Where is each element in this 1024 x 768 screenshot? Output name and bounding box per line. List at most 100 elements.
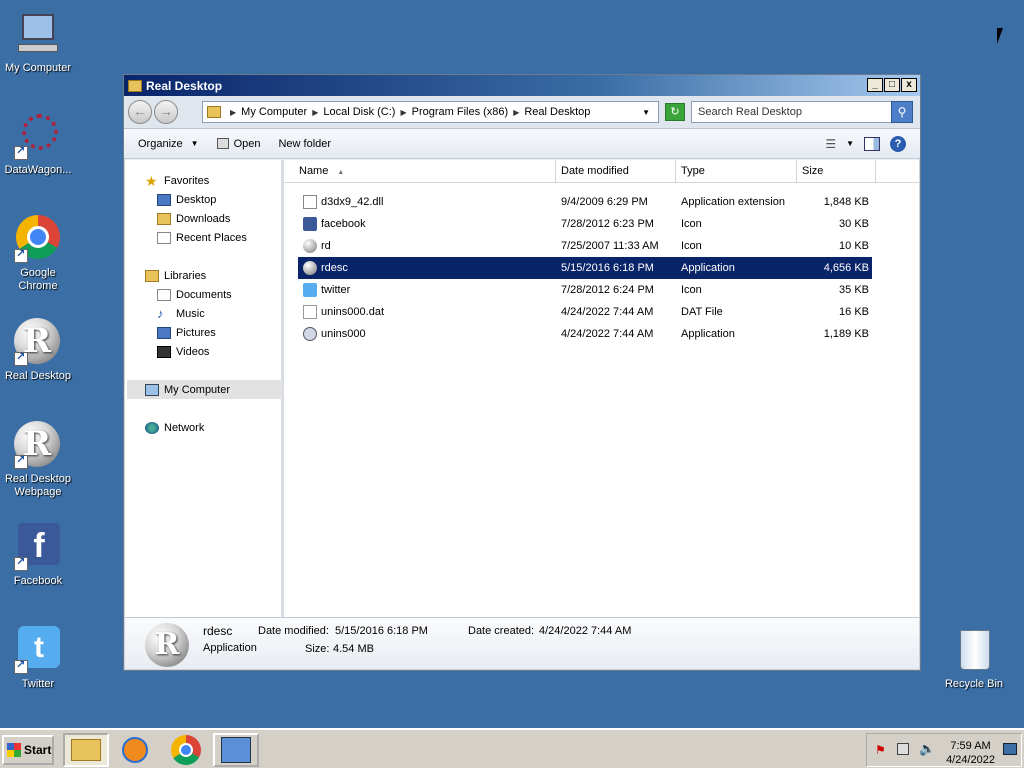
- breadcrumb-item[interactable]: Real Desktop: [524, 106, 590, 118]
- taskbar-explorer-button[interactable]: [63, 733, 109, 767]
- file-row[interactable]: unins000 4/24/2022 7:44 AM Application 1…: [298, 323, 872, 345]
- desktop-icon-google-chrome[interactable]: Google Chrome: [0, 215, 76, 293]
- help-icon[interactable]: ?: [890, 135, 906, 152]
- desktop-icon-twitter[interactable]: t Twitter: [0, 626, 76, 691]
- column-label: Size: [802, 165, 824, 177]
- file-size: 4,656 KB: [823, 262, 869, 274]
- file-date: 7/25/2007 11:33 AM: [561, 240, 659, 252]
- r-icon: R: [145, 623, 189, 667]
- file-row-selected[interactable]: rdesc 5/15/2016 6:18 PM Application 4,65…: [298, 257, 872, 279]
- column-header-name[interactable]: Name ▲: [294, 160, 556, 183]
- maximize-button[interactable]: □: [884, 78, 900, 92]
- file-row[interactable]: d3dx9_42.dll 9/4/2009 6:29 PM Applicatio…: [298, 191, 872, 213]
- nav-label: Videos: [176, 345, 210, 358]
- column-header-size[interactable]: Size: [797, 160, 876, 183]
- start-label: Start: [24, 743, 52, 757]
- nav-item-recent-places[interactable]: Recent Places: [157, 228, 247, 247]
- nav-item-my-computer[interactable]: My Computer: [127, 380, 282, 399]
- organize-button[interactable]: Organize ▼: [138, 138, 199, 150]
- clock[interactable]: 7:59 AM 4/24/2022: [946, 739, 995, 767]
- nav-label: Recent Places: [176, 231, 247, 244]
- nav-item-videos[interactable]: Videos: [157, 342, 209, 361]
- r-icon: [303, 239, 317, 253]
- column-header-date[interactable]: Date modified: [556, 160, 676, 183]
- chevron-down-icon[interactable]: ▼: [642, 108, 650, 117]
- desktop-icon-recycle-bin[interactable]: Recycle Bin: [936, 626, 1012, 691]
- computer-icon: [145, 383, 159, 396]
- nav-item-desktop[interactable]: Desktop: [157, 190, 216, 209]
- details-modified-label: Date modified:: [258, 625, 329, 637]
- desktop-icon-label: Twitter: [21, 678, 55, 690]
- file-name: twitter: [321, 284, 351, 296]
- address-bar-row: ← → ▶ My Computer ▶ Local Disk (C:) ▶ Pr…: [124, 96, 920, 129]
- file-icon: [303, 305, 317, 319]
- nav-item-favorites[interactable]: ★ Favorites: [145, 171, 209, 190]
- search-input[interactable]: Search Real Desktop ⚲: [691, 101, 913, 123]
- desktop-icon-datawagon[interactable]: DataWagon...: [0, 112, 76, 177]
- file-date: 5/15/2016 6:18 PM: [561, 262, 654, 274]
- file-type: DAT File: [681, 306, 723, 318]
- file-row[interactable]: twitter 7/28/2012 6:24 PM Icon 35 KB: [298, 279, 872, 301]
- nav-item-network[interactable]: Network: [145, 418, 204, 437]
- back-button[interactable]: ←: [128, 100, 152, 124]
- breadcrumb-item[interactable]: My Computer: [241, 106, 307, 118]
- refresh-button[interactable]: ↻: [665, 103, 685, 121]
- file-size: 35 KB: [839, 284, 869, 296]
- network-icon[interactable]: [897, 743, 909, 755]
- taskbar-media-player-button[interactable]: [112, 733, 158, 767]
- nav-item-documents[interactable]: Documents: [157, 285, 232, 304]
- close-button[interactable]: x: [901, 78, 917, 92]
- organize-label: Organize: [138, 137, 183, 150]
- forward-button[interactable]: →: [154, 100, 178, 124]
- chevron-right-icon: ▶: [312, 107, 319, 117]
- nav-item-music[interactable]: ♪ Music: [157, 304, 205, 323]
- datawagon-icon: [14, 112, 62, 160]
- file-size: 1,189 KB: [823, 328, 869, 340]
- file-row[interactable]: unins000.dat 4/24/2022 7:44 AM DAT File …: [298, 301, 872, 323]
- action-center-flag-icon[interactable]: ⚑: [875, 743, 886, 757]
- command-bar: Organize ▼ Open New folder ☰ ▼ ?: [124, 129, 920, 159]
- nav-label: Music: [176, 307, 205, 320]
- folder-icon: [207, 106, 221, 118]
- file-row[interactable]: facebook 7/28/2012 6:23 PM Icon 30 KB: [298, 213, 872, 235]
- nav-item-libraries[interactable]: Libraries: [145, 266, 206, 285]
- column-label: Name: [299, 165, 329, 177]
- desktop-icon-my-computer[interactable]: My Computer: [0, 10, 76, 75]
- open-button[interactable]: Open: [216, 138, 260, 150]
- new-folder-button[interactable]: New folder: [278, 138, 331, 150]
- desktop-icon-label: Recycle Bin: [944, 678, 1004, 690]
- nav-label: Favorites: [164, 174, 210, 187]
- explorer-window: Real Desktop _ □ x ← → ▶ My Computer ▶ L…: [123, 74, 921, 671]
- desktop-icon-facebook[interactable]: f Facebook: [0, 523, 76, 588]
- desktop-icon-real-desktop[interactable]: R Real Desktop: [0, 318, 76, 383]
- nav-item-pictures[interactable]: Pictures: [157, 323, 216, 342]
- nav-label: Desktop: [176, 193, 217, 206]
- nav-label: Pictures: [176, 326, 216, 339]
- file-name: unins000: [321, 328, 366, 340]
- navigation-pane: ★ Favorites Desktop Downloads Recent Pla…: [125, 160, 284, 617]
- details-created-label: Date created:: [468, 625, 535, 637]
- search-icon[interactable]: ⚲: [891, 101, 913, 123]
- views-icon[interactable]: ☰: [825, 137, 836, 151]
- details-size-label: Size:: [305, 643, 330, 655]
- title-bar[interactable]: Real Desktop _ □ x: [124, 75, 920, 96]
- volume-icon[interactable]: 🔈: [919, 741, 935, 757]
- breadcrumb-item[interactable]: Program Files (x86): [412, 106, 509, 118]
- breadcrumb-item[interactable]: Local Disk (C:): [323, 106, 395, 118]
- preview-pane-icon[interactable]: [864, 136, 880, 151]
- chevron-down-icon: ▼: [190, 139, 199, 148]
- r-icon: R: [14, 318, 62, 366]
- folder-icon: [71, 739, 101, 761]
- breadcrumb[interactable]: ▶ My Computer ▶ Local Disk (C:) ▶ Progra…: [202, 101, 659, 123]
- chevron-down-icon[interactable]: ▼: [846, 139, 854, 148]
- desktop-icon-real-desktop-webpage[interactable]: R Real Desktop Webpage: [0, 421, 76, 499]
- file-row[interactable]: rd 7/25/2007 11:33 AM Icon 10 KB: [298, 235, 872, 257]
- start-button[interactable]: Start: [2, 735, 54, 765]
- show-desktop-icon[interactable]: [1003, 743, 1017, 755]
- taskbar-chrome-button[interactable]: [163, 733, 209, 767]
- open-icon: [216, 138, 229, 149]
- minimize-button[interactable]: _: [867, 78, 883, 92]
- column-header-type[interactable]: Type: [676, 160, 797, 183]
- nav-item-downloads[interactable]: Downloads: [157, 209, 230, 228]
- taskbar-control-panel-button[interactable]: [213, 733, 259, 767]
